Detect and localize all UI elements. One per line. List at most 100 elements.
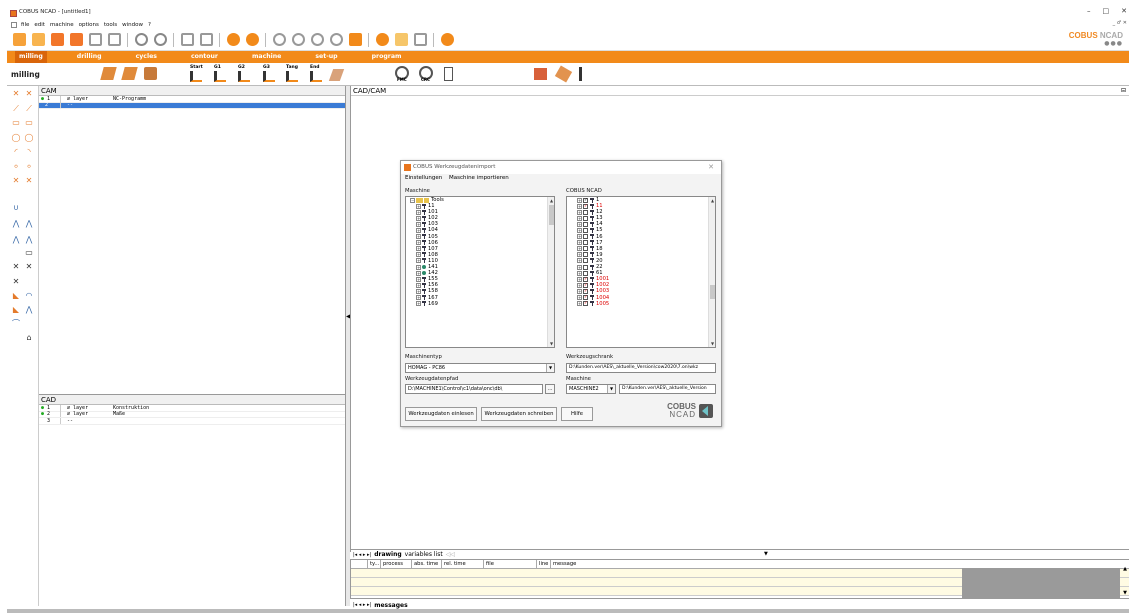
maschine-path-input[interactable]: D:\Kunden.ver\AES\_aktuelle_Version	[619, 384, 716, 394]
checkbox-unchecked[interactable]	[583, 240, 588, 246]
dialog-close-icon[interactable]: ✕	[708, 161, 714, 174]
point-2-icon[interactable]: ⸰	[24, 163, 34, 171]
expand-icon[interactable]: +	[577, 234, 582, 240]
tab-cycles[interactable]: cycles	[132, 51, 161, 63]
milling-tool-2-icon[interactable]	[121, 67, 138, 80]
round-2-icon[interactable]: ⋀	[24, 236, 34, 244]
tab-drawing[interactable]: drawing	[374, 551, 401, 558]
maschine-select[interactable]: MASCHINE2 ▼	[566, 384, 616, 394]
sawblade-icon[interactable]	[554, 65, 573, 83]
expand-icon[interactable]: +	[416, 209, 421, 215]
expand-icon[interactable]: +	[577, 295, 582, 301]
expand-icon[interactable]: +	[577, 276, 582, 282]
minimize-button[interactable]: –	[1087, 7, 1091, 15]
import-icon[interactable]	[51, 33, 64, 46]
start-icon[interactable]	[190, 71, 202, 82]
rectangle-icon[interactable]: ▭	[11, 119, 21, 127]
checkbox-unchecked[interactable]	[583, 209, 588, 215]
expand-icon[interactable]: +	[416, 203, 421, 209]
zoom-icon[interactable]	[273, 33, 286, 46]
chevron-down-icon[interactable]: ▼	[546, 364, 554, 372]
tab-nav-buttons[interactable]: |◂ ◂ ▸ ▸|	[353, 552, 371, 558]
tab-program[interactable]: program	[368, 51, 406, 63]
circle-icon[interactable]: ◯	[11, 134, 21, 142]
save-icon[interactable]	[89, 33, 102, 46]
checkbox-checked[interactable]: ✓	[583, 295, 588, 301]
settings-icon[interactable]	[246, 33, 259, 46]
chamfer-icon[interactable]: ⋀	[11, 220, 21, 228]
collapse-icon[interactable]: −	[410, 197, 415, 203]
checkbox-checked[interactable]: ✓	[583, 197, 588, 203]
offset-icon[interactable]: ◣	[11, 292, 21, 300]
undo-icon[interactable]	[135, 33, 148, 46]
werkzeugdaten-einlesen-button[interactable]: Werkzeugdaten einlesen	[405, 407, 477, 421]
cross-icon[interactable]: ✕	[11, 177, 21, 185]
line-icon[interactable]: ⟋	[11, 105, 21, 113]
checkbox-checked[interactable]: ✓	[583, 282, 588, 288]
chevron-down-icon[interactable]: ▼	[607, 385, 615, 393]
maschine-tree-scrollbar[interactable]: ▲ ▼	[547, 197, 554, 347]
trim-2-icon[interactable]: ✕	[24, 263, 34, 271]
split-icon[interactable]: ✕	[11, 278, 21, 286]
expand-icon[interactable]: +	[416, 270, 421, 276]
tang-icon[interactable]	[286, 71, 298, 82]
scroll-down-icon[interactable]: ▼	[548, 341, 554, 346]
new-tab-icon[interactable]: ◁◁	[446, 551, 455, 558]
help-icon[interactable]	[441, 33, 454, 46]
save-as-icon[interactable]	[108, 33, 121, 46]
tool-path-icon[interactable]	[328, 69, 345, 81]
menu-options[interactable]: options	[79, 22, 99, 28]
expand-icon[interactable]: +	[577, 215, 582, 221]
menu-tools[interactable]: tools	[104, 22, 117, 28]
rectangle-2-icon[interactable]: ▭	[24, 119, 34, 127]
open-icon[interactable]	[32, 33, 45, 46]
tree-item[interactable]: + ✓ 1005	[567, 301, 715, 307]
expand-icon[interactable]: +	[577, 258, 582, 264]
col-line[interactable]: line	[537, 560, 551, 568]
pin-icon[interactable]: ⊟	[1121, 87, 1126, 94]
render-icon[interactable]	[376, 33, 389, 46]
menu-einstellungen[interactable]: Einstellungen	[405, 175, 442, 181]
3d-view-icon[interactable]	[414, 33, 427, 46]
checkbox-unchecked[interactable]	[583, 246, 588, 252]
tab-variables-list[interactable]: variables list	[405, 551, 443, 558]
expand-icon[interactable]: +	[416, 264, 421, 270]
expand-icon[interactable]: +	[416, 228, 421, 234]
tab-messages[interactable]: messages	[374, 602, 407, 609]
checkbox-checked[interactable]: ✓	[583, 301, 588, 307]
checkbox-checked[interactable]: ✓	[583, 288, 588, 294]
scroll-thumb[interactable]	[549, 205, 554, 225]
round-icon[interactable]: ⋀	[11, 236, 21, 244]
expand-icon[interactable]: +	[416, 282, 421, 288]
expand-icon[interactable]: +	[577, 282, 582, 288]
expand-icon[interactable]: +	[416, 301, 421, 307]
milling-tool-3-icon[interactable]	[144, 67, 157, 80]
expand-icon[interactable]: +	[577, 264, 582, 270]
maschinentyp-select[interactable]: HOMAG - PC86 ▼	[405, 363, 555, 373]
milling-tool-icon[interactable]	[100, 67, 117, 80]
browse-button[interactable]: ...	[545, 384, 555, 394]
g1-icon[interactable]	[214, 71, 226, 82]
checkbox-unchecked[interactable]	[583, 234, 588, 240]
zoom-all-icon[interactable]	[330, 33, 343, 46]
col-type[interactable]: ty...	[368, 560, 381, 568]
tree-item[interactable]: +169	[406, 301, 554, 307]
zoom-out-icon[interactable]	[311, 33, 324, 46]
checkbox-unchecked[interactable]	[583, 270, 588, 276]
polyline-icon[interactable]: ⟋	[24, 105, 34, 113]
close-button[interactable]: ✕	[1121, 7, 1127, 15]
tab-drilling[interactable]: drilling	[73, 51, 106, 63]
delete-all-icon[interactable]: ✕	[24, 90, 34, 98]
col-process[interactable]: process	[381, 560, 412, 568]
delete-icon[interactable]: ✕	[11, 90, 21, 98]
offset-2-icon[interactable]: ◠	[24, 292, 34, 300]
scroll-thumb[interactable]	[710, 285, 715, 299]
circle-2-icon[interactable]: ◯	[24, 134, 34, 142]
expand-icon[interactable]: +	[577, 209, 582, 215]
expand-icon[interactable]: +	[577, 246, 582, 252]
export-icon[interactable]	[70, 33, 83, 46]
tab-machine[interactable]: machine	[248, 51, 285, 63]
checkbox-unchecked[interactable]	[583, 264, 588, 270]
expand-icon[interactable]: +	[416, 288, 421, 294]
expand-icon[interactable]: +	[416, 258, 421, 264]
